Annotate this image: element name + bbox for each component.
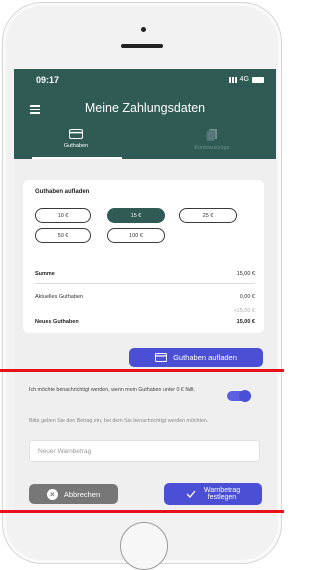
- amount-option-100[interactable]: 100 €: [107, 228, 165, 243]
- phone-frame: 09:17 4G Meine Zahlungsdaten Guthaben Ko…: [2, 2, 282, 570]
- checkmark-icon: [186, 490, 196, 498]
- cancel-button-label: Abbrechen: [63, 489, 101, 499]
- topup-title: Guthaben aufladen: [35, 189, 90, 195]
- card-plus-icon: [155, 353, 168, 362]
- app-screen: 09:17 4G Meine Zahlungsdaten Guthaben Ko…: [14, 69, 276, 512]
- topup-button-label: Guthaben aufladen: [173, 353, 237, 362]
- app-header: 09:17 4G Meine Zahlungsdaten Guthaben Ko…: [14, 69, 276, 159]
- added-amount-row: +15,00 €: [35, 308, 255, 314]
- cancel-button[interactable]: × Abbrechen: [29, 484, 118, 504]
- tab-guthaben[interactable]: Guthaben: [36, 129, 116, 149]
- tab-kontoauszuege[interactable]: Kontoauszüge: [172, 129, 252, 151]
- active-tab-indicator: [32, 157, 122, 159]
- set-warning-button[interactable]: Warnbetrag festlegen: [164, 483, 262, 505]
- set-warning-label: Warnbetrag festlegen: [204, 487, 240, 502]
- summary-divider: [35, 283, 255, 284]
- highlight-line-bottom: [0, 510, 284, 513]
- amount-option-25[interactable]: 25 €: [179, 208, 237, 223]
- tab-guthaben-label: Guthaben: [63, 143, 89, 149]
- card-icon: [69, 129, 83, 139]
- toggle-knob: [239, 390, 251, 402]
- amount-option-50[interactable]: 50 €: [35, 228, 91, 243]
- new-balance-row: Neues Guthaben 15,00 €: [35, 319, 255, 325]
- current-balance-row: Aktuelles Guthaben 0,00 €: [35, 294, 255, 300]
- new-balance-value: 15,00 €: [236, 319, 255, 325]
- sum-row: Summe 15,00 €: [35, 271, 255, 277]
- topup-button[interactable]: Guthaben aufladen: [129, 348, 263, 367]
- set-warning-label-line2: festlegen: [207, 494, 237, 501]
- topup-card: Guthaben aufladen 10 € 15 € 25 € 50 € 10…: [23, 180, 264, 333]
- page-title: Meine Zahlungsdaten: [84, 101, 206, 115]
- sum-label: Summe: [35, 271, 55, 277]
- speaker-grill: [121, 44, 163, 48]
- warning-hint-text: Bitte geben Sie den Betrag ein, bei dem …: [29, 418, 209, 424]
- warning-amount-input[interactable]: Neuer Warnbetrag: [29, 440, 260, 462]
- status-indicators: 4G: [228, 76, 264, 83]
- close-icon: ×: [46, 488, 58, 500]
- documents-icon: [206, 129, 217, 141]
- notify-text: Ich möchte benachrichtigt werden, wenn m…: [29, 387, 196, 393]
- added-amount-value: +15,00 €: [233, 308, 255, 314]
- amount-option-15-selected[interactable]: 15 €: [107, 208, 165, 223]
- notify-toggle[interactable]: [227, 390, 251, 402]
- new-balance-label: Neues Guthaben: [35, 319, 79, 325]
- current-balance-label: Aktuelles Guthaben: [35, 294, 84, 300]
- status-time: 09:17: [36, 75, 60, 85]
- highlight-line-top: [0, 369, 284, 372]
- amount-option-10[interactable]: 10 €: [35, 208, 91, 223]
- signal-icon: [228, 76, 237, 83]
- current-balance-value: 0,00 €: [239, 294, 255, 300]
- battery-icon: [252, 76, 264, 83]
- sum-value: 15,00 €: [236, 271, 255, 277]
- home-button[interactable]: [120, 522, 168, 570]
- tab-kontoauszuege-label: Kontoauszüge: [194, 145, 230, 151]
- camera-dot: [141, 27, 146, 32]
- set-warning-label-line1: Warnbetrag: [203, 486, 241, 494]
- network-label: 4G: [239, 76, 249, 83]
